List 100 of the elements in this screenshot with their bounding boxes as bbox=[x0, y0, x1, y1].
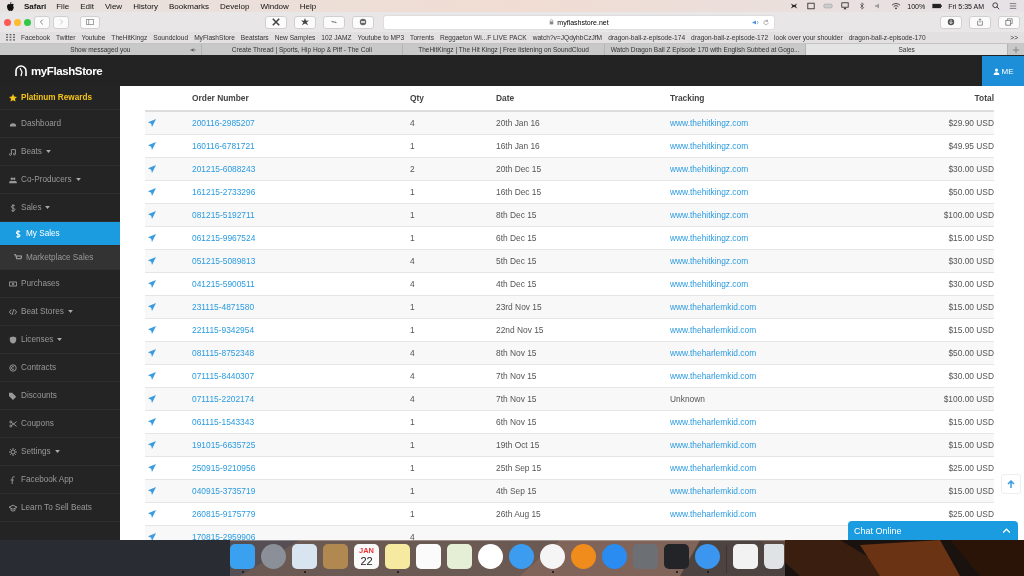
tracking-link[interactable]: www.theharlemkid.com bbox=[670, 440, 874, 450]
chat-widget-button[interactable]: Chat Online bbox=[848, 521, 1018, 540]
download-button[interactable] bbox=[940, 15, 962, 29]
menu-item[interactable]: Window bbox=[260, 1, 289, 11]
tracking-link[interactable]: www.theharlemkid.com bbox=[670, 371, 874, 381]
menu-item[interactable]: Develop bbox=[220, 1, 250, 11]
tracking-link[interactable]: www.thehitkingz.com bbox=[670, 210, 874, 220]
menu-item[interactable]: History bbox=[133, 1, 158, 11]
dollar-icon bbox=[9, 203, 17, 212]
column-header: Qty bbox=[410, 93, 425, 103]
menu-item[interactable]: File bbox=[56, 1, 70, 11]
logo-icon[interactable] bbox=[6, 1, 14, 11]
sidebar-subitem[interactable]: My Sales bbox=[0, 222, 120, 246]
menu-item[interactable]: Bookmarks bbox=[169, 1, 210, 11]
box-icon[interactable] bbox=[789, 2, 800, 10]
order-number-link[interactable]: 161215-2733296 bbox=[192, 187, 410, 197]
order-number-link[interactable]: 061215-9967524 bbox=[192, 233, 410, 243]
paper-plane-icon[interactable] bbox=[148, 257, 156, 265]
paper-plane-icon[interactable] bbox=[148, 510, 156, 518]
tracking-link[interactable]: www.theharlemkid.com bbox=[670, 486, 874, 496]
menu-item[interactable]: Help bbox=[299, 1, 317, 11]
order-number-link[interactable]: 061115-1543343 bbox=[192, 417, 410, 427]
tracking-link[interactable]: www.thehitkingz.com bbox=[670, 187, 874, 197]
order-number-link[interactable]: 081115-8752348 bbox=[192, 348, 410, 358]
back-button[interactable] bbox=[34, 15, 50, 29]
tracking-link[interactable]: www.thehitkingz.com bbox=[670, 141, 874, 151]
tracking-link[interactable]: www.theharlemkid.com bbox=[670, 417, 874, 427]
order-number-link[interactable]: 201215-6088243 bbox=[192, 164, 410, 174]
tracking-link[interactable]: www.thehitkingz.com bbox=[670, 118, 874, 128]
paper-plane-icon[interactable] bbox=[148, 441, 156, 449]
site-logo[interactable]: myFlashStore bbox=[14, 65, 103, 77]
user-menu-button[interactable]: ME bbox=[982, 56, 1024, 86]
sidebar-subitem[interactable]: Marketplace Sales bbox=[0, 246, 120, 270]
quantity-cell-text: 4 bbox=[410, 348, 416, 358]
paper-plane-icon[interactable] bbox=[148, 211, 156, 219]
order-number-link[interactable]: 041215-5900511 bbox=[192, 279, 410, 289]
tracking-link[interactable]: www.theharlemkid.com bbox=[670, 302, 874, 312]
tracking-link[interactable]: www.theharlemkid.com bbox=[670, 463, 874, 473]
quantity-cell-text: 1 bbox=[410, 302, 416, 312]
extension-button[interactable] bbox=[352, 15, 374, 29]
tracking-link[interactable]: www.thehitkingz.com bbox=[670, 233, 874, 243]
order-number-link[interactable]: 170815-2959906 bbox=[192, 532, 410, 540]
paper-plane-icon[interactable] bbox=[148, 395, 156, 403]
order-number-link[interactable]: 071115-2202174 bbox=[192, 394, 410, 404]
tracking-link[interactable]: www.theharlemkid.com bbox=[670, 325, 874, 335]
paper-plane-icon[interactable] bbox=[148, 418, 156, 426]
extension-button[interactable] bbox=[294, 15, 316, 29]
order-number-link[interactable]: 200116-2985207 bbox=[192, 118, 410, 128]
paper-plane-icon[interactable] bbox=[148, 119, 156, 127]
paper-plane-icon[interactable] bbox=[148, 487, 156, 495]
order-number-link[interactable]: 231115-4871580 bbox=[192, 302, 410, 312]
scroll-to-top-button[interactable] bbox=[1001, 474, 1021, 494]
menu-app-name[interactable]: Safari bbox=[24, 1, 47, 11]
paper-plane-icon[interactable] bbox=[148, 303, 156, 311]
search-icon[interactable] bbox=[991, 2, 1001, 10]
toggle-icon[interactable] bbox=[823, 2, 834, 10]
date-cell-text: 20th Dec 15 bbox=[496, 164, 543, 174]
tracking-link[interactable]: www.thehitkingz.com bbox=[670, 256, 874, 266]
paper-plane-icon[interactable] bbox=[148, 326, 156, 334]
order-number-link[interactable]: 191015-6635725 bbox=[192, 440, 410, 450]
order-number-link[interactable]: 040915-3735719 bbox=[192, 486, 410, 496]
order-number-link[interactable]: 051215-5089813 bbox=[192, 256, 410, 266]
tracking-link[interactable]: www.theharlemkid.com bbox=[670, 509, 874, 519]
paper-plane-icon[interactable] bbox=[148, 165, 156, 173]
tracking-link[interactable]: www.thehitkingz.com bbox=[670, 279, 874, 289]
order-number-link[interactable]: 260815-9175779 bbox=[192, 509, 410, 519]
quantity-cell-text: 1 bbox=[410, 440, 416, 450]
order-number-link[interactable]: 250915-9210956 bbox=[192, 463, 410, 473]
battery-icon[interactable] bbox=[932, 2, 943, 10]
zoom-button[interactable] bbox=[24, 18, 31, 26]
grid-icon[interactable] bbox=[6, 34, 15, 41]
paper-plane-icon[interactable] bbox=[148, 234, 156, 242]
paper-plane-icon[interactable] bbox=[148, 280, 156, 288]
speaker-icon[interactable] bbox=[189, 46, 197, 53]
tracking-link[interactable]: www.theharlemkid.com bbox=[670, 348, 874, 358]
quantity-cell-text: 2 bbox=[410, 164, 416, 174]
paper-plane-icon[interactable] bbox=[148, 349, 156, 357]
reload-icon[interactable] bbox=[762, 18, 770, 26]
speaker-icon[interactable] bbox=[752, 18, 760, 26]
order-number-link[interactable]: 160116-6781721 bbox=[192, 141, 410, 151]
date-cell-text: 26th Aug 15 bbox=[496, 509, 542, 519]
order-number-link[interactable]: 221115-9342954 bbox=[192, 325, 410, 335]
menu-item[interactable]: Edit bbox=[80, 1, 94, 11]
paper-plane-icon[interactable] bbox=[148, 372, 156, 380]
sidebar-button[interactable] bbox=[80, 15, 100, 29]
tabs-button[interactable] bbox=[998, 15, 1020, 29]
paper-plane-icon[interactable] bbox=[148, 188, 156, 196]
paper-plane-icon[interactable] bbox=[148, 464, 156, 472]
wifi-icon[interactable] bbox=[891, 2, 902, 10]
close-button[interactable] bbox=[4, 18, 11, 26]
order-number-link[interactable]: 071115-8440307 bbox=[192, 371, 410, 381]
share-button[interactable] bbox=[969, 15, 991, 29]
total-cell-text: $100.00 USD bbox=[942, 210, 994, 220]
window-icon[interactable] bbox=[806, 2, 817, 10]
tracking-link[interactable]: www.thehitkingz.com bbox=[670, 164, 874, 174]
order-number-link[interactable]: 081215-5192711 bbox=[192, 210, 410, 220]
extension-button[interactable] bbox=[265, 15, 287, 29]
paper-plane-icon[interactable] bbox=[148, 142, 156, 150]
menu-item[interactable]: View bbox=[104, 1, 123, 11]
display-icon[interactable] bbox=[840, 2, 851, 10]
